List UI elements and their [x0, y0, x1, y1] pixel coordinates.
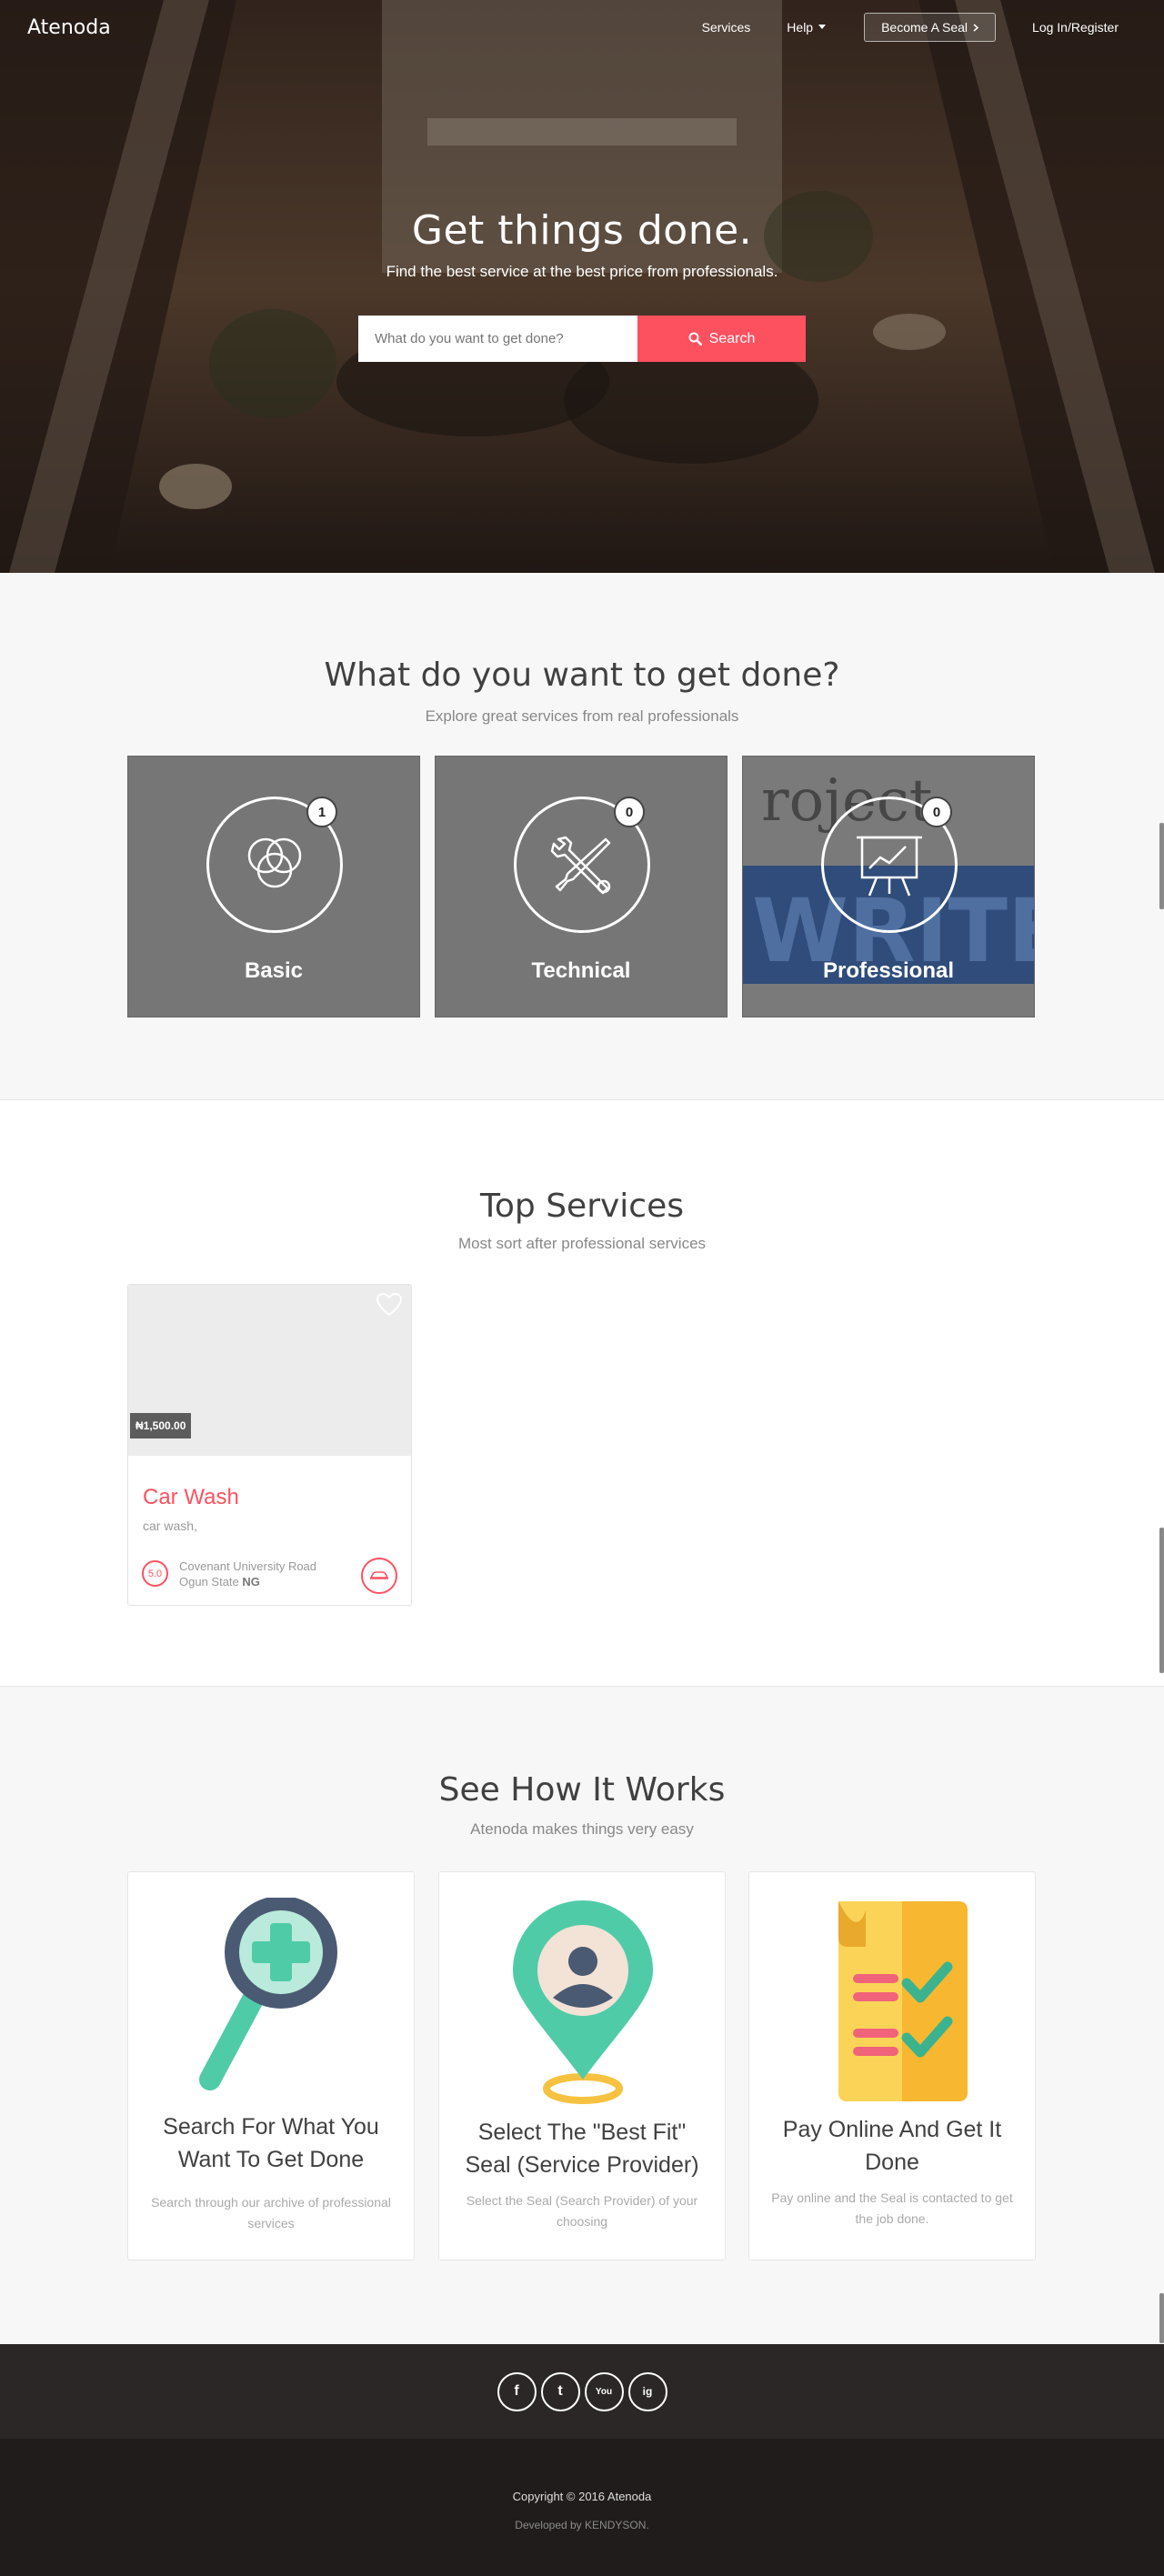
service-card[interactable]: ₦1,500.00 Car Wash car wash, 5.0 Covenan…: [127, 1284, 412, 1606]
how-step-card: Search For What You Want To Get Done Sea…: [127, 1871, 415, 2260]
category-count-badge: 1: [306, 797, 337, 827]
facebook-icon[interactable]: f: [497, 2371, 537, 2411]
service-location-line2: Ogun State NG: [179, 1574, 316, 1589]
service-price-tag: ₦1,500.00: [130, 1413, 192, 1438]
search-button-label: Search: [708, 330, 756, 346]
instagram-icon[interactable]: ig: [627, 2371, 667, 2411]
category-label: Technical: [531, 958, 631, 983]
how-step-description: Pay online and the Seal is contacted to …: [771, 2190, 1013, 2226]
top-services-title: Top Services: [480, 1188, 684, 1225]
magnifier-plus-icon: [199, 1898, 337, 2090]
how-step-card: Pay Online And Get It Done Pay online an…: [748, 1871, 1036, 2260]
how-step-title: Select The "Best Fit" Seal (Service Prov…: [465, 2120, 699, 2178]
developer-credit: Developed by KENDYSON.: [515, 2519, 649, 2531]
footer-bottom: Copyright © 2016 Atenoda Developed by KE…: [0, 2439, 1164, 2576]
service-location-country: NG: [242, 1575, 260, 1589]
service-location-line1: Covenant University Road: [179, 1559, 317, 1573]
location-pin-user-icon: [513, 1900, 653, 2104]
service-rating-badge: 5.0: [142, 1560, 168, 1587]
service-category-badge: [361, 1558, 397, 1594]
scrollbar-thumb[interactable]: [1159, 1528, 1164, 1673]
top-navbar: Atenoda Services Help Become A Seal Log …: [0, 0, 1164, 55]
hero-search-form: Search: [358, 316, 806, 362]
nav-services-link[interactable]: Services: [702, 20, 751, 35]
category-count-badge: 0: [921, 797, 952, 827]
how-it-works-title: See How It Works: [438, 1771, 726, 1809]
scrollbar-thumb[interactable]: [1159, 823, 1164, 909]
hero-overlay: [0, 0, 1164, 573]
service-name[interactable]: Car Wash: [143, 1485, 239, 1510]
category-count-badge: 0: [614, 797, 645, 827]
hero-section: Atenoda Services Help Become A Seal Log …: [0, 0, 1164, 573]
how-step-card: Select The "Best Fit" Seal (Service Prov…: [438, 1871, 726, 2260]
top-services-section: Top Services Most sort after professiona…: [0, 1100, 1164, 1687]
how-it-works-section: See How It Works Atenoda makes things ve…: [0, 1687, 1164, 2344]
caret-down-icon: [818, 25, 827, 29]
categories-title: What do you want to get done?: [324, 657, 840, 694]
footer-social-bar: f t You ig: [0, 2344, 1164, 2439]
become-seal-label: Become A Seal: [881, 20, 968, 35]
how-step-description: Select the Seal (Search Provider) of you…: [466, 2193, 698, 2229]
site-logo[interactable]: Atenoda: [27, 16, 111, 39]
how-step-title: Pay Online And Get It Done: [782, 2117, 1002, 2175]
youtube-icon[interactable]: You: [584, 2371, 624, 2411]
checklist-document-icon: [838, 1901, 968, 2101]
search-button[interactable]: Search: [637, 316, 806, 362]
how-it-works-subtitle: Atenoda makes things very easy: [470, 1820, 694, 1838]
scrollbar-thumb[interactable]: [1159, 2293, 1164, 2343]
car-icon: [369, 1571, 389, 1579]
nav-help-label: Help: [787, 20, 814, 35]
twitter-icon[interactable]: t: [540, 2371, 580, 2411]
chevron-right-icon: [973, 23, 979, 32]
categories-section: What do you want to get done? Explore gr…: [0, 573, 1164, 1100]
service-location: Covenant University Road Ogun State NG: [179, 1559, 316, 1589]
hero-title: Get things done.: [411, 207, 753, 254]
category-card-basic[interactable]: 1 Basic: [127, 756, 420, 1017]
copyright-text: Copyright © 2016 Atenoda: [512, 2490, 652, 2503]
category-card-professional[interactable]: roject WRITE 0 Professional: [742, 756, 1035, 1017]
category-label: Basic: [244, 958, 304, 983]
how-step-title: Search For What You Want To Get Done: [163, 2114, 379, 2172]
search-input[interactable]: [358, 316, 637, 362]
heart-icon[interactable]: [376, 1293, 402, 1317]
service-description: car wash,: [143, 1519, 197, 1533]
nav-menu: Services Help Become A Seal Log In/Regis…: [666, 0, 1164, 55]
top-services-subtitle: Most sort after professional services: [457, 1235, 707, 1252]
search-icon: [688, 332, 702, 346]
category-card-technical[interactable]: 0 Technical: [435, 756, 728, 1017]
how-step-description: Search through our archive of profession…: [151, 2195, 391, 2230]
become-seal-button[interactable]: Become A Seal: [864, 13, 997, 42]
nav-help-dropdown[interactable]: Help: [787, 20, 827, 35]
categories-subtitle: Explore great services from real profess…: [425, 707, 739, 725]
category-label: Professional: [822, 958, 955, 983]
login-register-link[interactable]: Log In/Register: [1032, 20, 1119, 35]
service-location-state: Ogun State: [179, 1575, 239, 1589]
hero-subtitle: Find the best service at the best price …: [386, 263, 778, 280]
